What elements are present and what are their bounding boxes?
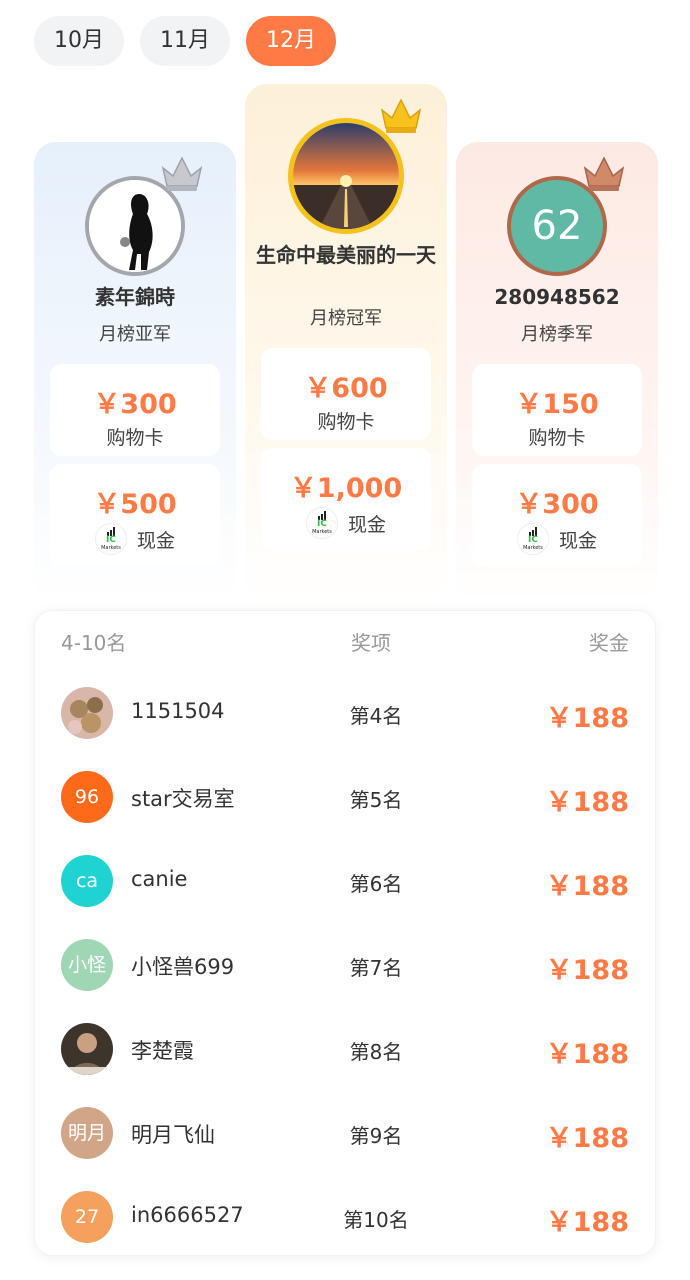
tab-october[interactable]: 10月 xyxy=(34,16,124,66)
award-rank: 第4名 xyxy=(349,704,403,728)
table-header: 4-10名 奖项 奖金 xyxy=(61,627,629,657)
prize-label: 购物卡 xyxy=(528,427,586,449)
avatar xyxy=(61,1023,113,1075)
avatar: 小怪 xyxy=(61,939,113,991)
podium-first-card[interactable]: 生命中最美丽的一天 月榜冠军 ￥600 购物卡 ￥1,000 IC Market… xyxy=(245,84,447,602)
sunset-road-image xyxy=(293,123,399,229)
avatar[interactable] xyxy=(288,118,404,234)
cash-prize: ￥1,000 IC Markets 现金 xyxy=(261,448,431,550)
rank-title: 月榜亚军 xyxy=(99,324,171,345)
prize-amount: ￥300 xyxy=(93,389,177,420)
photo-avatar-image xyxy=(61,687,113,739)
prize-label: 现金 xyxy=(136,529,175,552)
prize-money: ￥188 xyxy=(545,787,629,818)
table-row[interactable]: 明月 明月飞仙 第9名 ￥188 xyxy=(61,1107,629,1159)
prize-money: ￥188 xyxy=(545,1039,629,1070)
silhouette-figure-image xyxy=(89,180,181,272)
prize-money: ￥188 xyxy=(545,703,629,734)
second-avatar-wrap xyxy=(85,156,203,276)
podium-second-card[interactable]: 素年錦時 月榜亚军 ￥300 购物卡 ￥500 IC Markets 现金 xyxy=(34,142,236,602)
gold-crown-icon xyxy=(380,98,422,133)
rank-title: 月榜季军 xyxy=(521,324,593,345)
tab-november[interactable]: 11月 xyxy=(140,16,230,66)
avatar: 96 xyxy=(61,771,113,823)
prize-money: ￥188 xyxy=(545,1207,629,1238)
prize-label: 现金 xyxy=(558,529,597,552)
ic-markets-logo-icon: IC Markets xyxy=(94,523,127,555)
first-avatar-wrap xyxy=(288,98,422,234)
user-name: in6666527 xyxy=(131,1203,244,1227)
table-row[interactable]: ca canie 第6名 ￥188 xyxy=(61,855,629,907)
prize-amount: ￥300 xyxy=(515,489,599,520)
third-avatar-wrap: 62 xyxy=(507,156,625,276)
prize-amount: ￥150 xyxy=(515,389,599,420)
ranking-table: 4-10名 奖项 奖金 1151504 第4名 ￥188 96 star交易室 … xyxy=(34,610,656,1256)
cash-prize: ￥300 IC Markets 现金 xyxy=(472,464,642,566)
table-row[interactable]: 1151504 第4名 ￥188 xyxy=(61,687,629,739)
user-name: canie xyxy=(131,867,188,891)
user-name: 小怪兽699 xyxy=(131,955,235,979)
avatar xyxy=(61,687,113,739)
prize-money: ￥188 xyxy=(545,1123,629,1154)
award-rank: 第10名 xyxy=(343,1208,409,1232)
photo-avatar-image xyxy=(61,1023,113,1075)
table-row[interactable]: 李楚霞 第8名 ￥188 xyxy=(61,1023,629,1075)
shopping-card-prize: ￥150 购物卡 xyxy=(472,364,642,456)
winner-name: 280948562 xyxy=(494,285,620,309)
user-name: 1151504 xyxy=(131,699,225,723)
ic-markets-logo-icon: IC Markets xyxy=(305,507,338,539)
bronze-crown-icon xyxy=(583,156,625,191)
award-rank: 第7名 xyxy=(349,956,403,980)
header-award: 奖项 xyxy=(351,631,391,655)
prize-money: ￥188 xyxy=(545,955,629,986)
award-rank: 第5名 xyxy=(349,788,403,812)
prize-amount: ￥500 xyxy=(93,489,177,520)
prize-amount: ￥1,000 xyxy=(289,473,403,504)
award-rank: 第8名 xyxy=(349,1040,403,1064)
prize-label: 购物卡 xyxy=(106,427,164,449)
shopping-card-prize: ￥300 购物卡 xyxy=(50,364,220,456)
tab-december[interactable]: 12月 xyxy=(246,16,336,66)
winner-name: 素年錦時 xyxy=(95,285,175,309)
ic-markets-logo-icon: IC Markets xyxy=(516,523,549,555)
silver-crown-icon xyxy=(161,156,203,191)
prize-label: 现金 xyxy=(347,513,386,536)
avatar: 明月 xyxy=(61,1107,113,1159)
month-tabs: 10月 11月 12月 xyxy=(34,16,336,66)
table-row[interactable]: 96 star交易室 第5名 ￥188 xyxy=(61,771,629,823)
table-row[interactable]: 小怪 小怪兽699 第7名 ￥188 xyxy=(61,939,629,991)
avatar: ca xyxy=(61,855,113,907)
award-rank: 第9名 xyxy=(349,1124,403,1148)
avatar: 27 xyxy=(61,1191,113,1243)
user-name: star交易室 xyxy=(131,787,235,811)
winner-name: 生命中最美丽的一天 xyxy=(256,243,436,267)
header-rank-range: 4-10名 xyxy=(61,631,127,655)
podium-third-card[interactable]: 62 280948562 月榜季军 ￥150 购物卡 ￥300 IC Marke… xyxy=(456,142,658,602)
prize-money: ￥188 xyxy=(545,871,629,902)
user-name: 李楚霞 xyxy=(131,1039,194,1063)
prize-amount: ￥600 xyxy=(304,373,388,404)
shopping-card-prize: ￥600 购物卡 xyxy=(261,348,431,440)
rank-title: 月榜冠军 xyxy=(310,308,382,329)
header-prize-money: 奖金 xyxy=(589,631,629,655)
prize-label: 购物卡 xyxy=(317,411,375,433)
table-row[interactable]: 27 in6666527 第10名 ￥188 xyxy=(61,1191,629,1243)
user-name: 明月飞仙 xyxy=(131,1123,215,1147)
cash-prize: ￥500 IC Markets 现金 xyxy=(50,464,220,566)
award-rank: 第6名 xyxy=(349,872,403,896)
